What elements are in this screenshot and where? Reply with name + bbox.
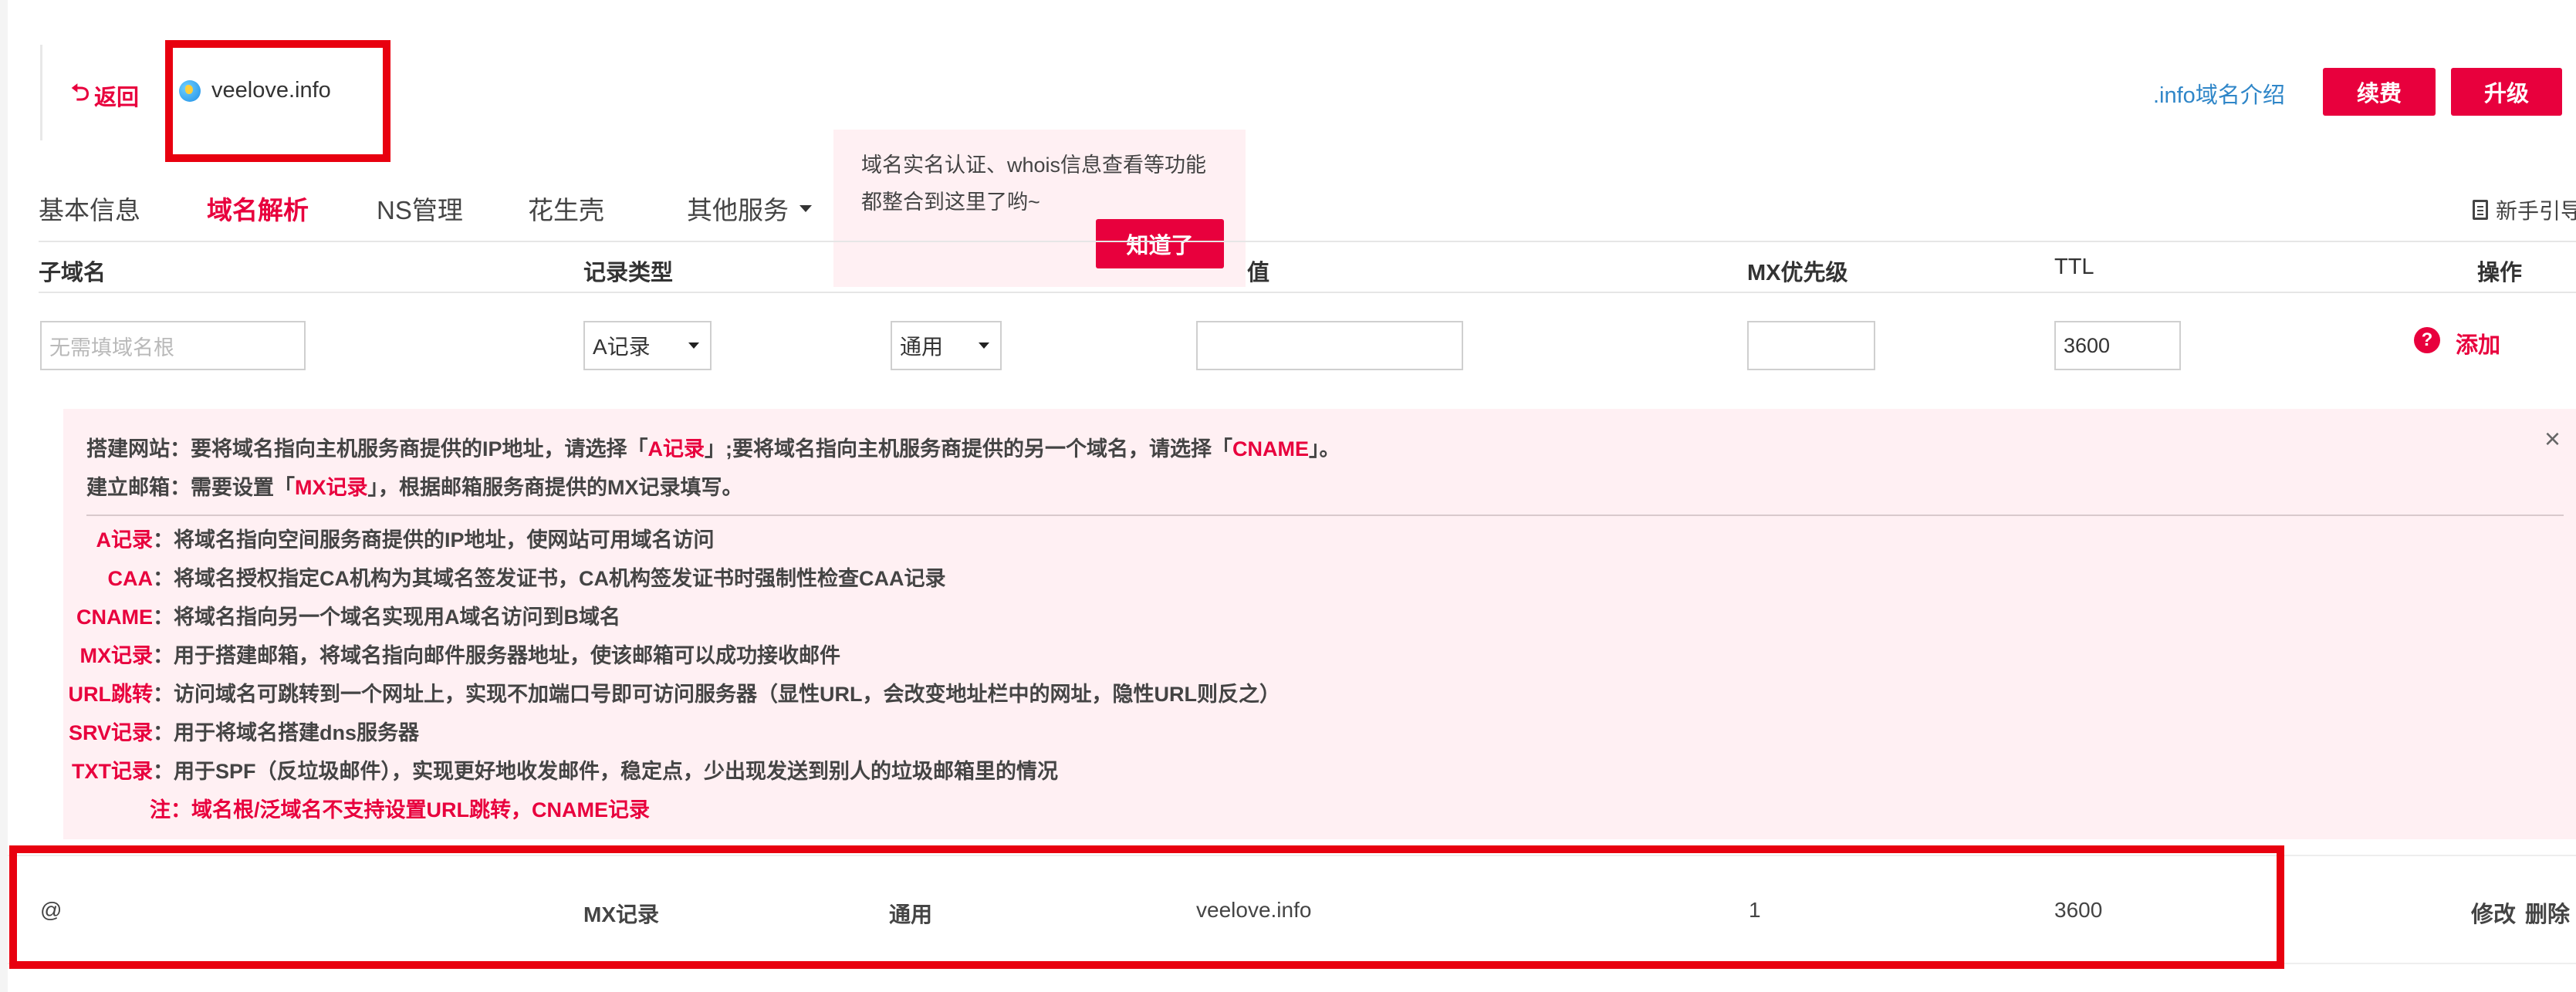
renew-button[interactable]: 续费 [2323,68,2436,116]
record-type-select[interactable]: A记录 [583,321,712,370]
tip-mail-mx-record: MX记录 [295,476,368,499]
record-value-input[interactable] [1196,321,1463,370]
def-cname: CNAME：将域名指向另一个域名实现用A域名访问到B域名 [76,606,620,629]
tip-website-text-3: 」。 [1309,437,1340,461]
tips-divider [86,515,2564,516]
highlight-box-domain [165,40,390,162]
guide-label: 新手引导 [2496,199,2576,223]
tab-basic-info[interactable]: 基本信息 [39,190,140,227]
line-value: 通用 [900,335,944,359]
header-value: 值 [1247,261,1270,285]
back-arrow-icon: ⮌ [71,80,90,106]
tip-mail: 建立邮箱：需要设置「MX记录」，根据邮箱服务商提供的MX记录填写。 [86,471,743,501]
popover-line-2: 都整合到这里了哟~ [861,191,1040,214]
add-record-button[interactable]: 添加 [2456,327,2500,359]
def-srv-record: SRV记录：用于将域名搭建dns服务器 [68,721,420,744]
back-label: 返回 [94,85,140,110]
header-subdomain: 子域名 [39,261,106,285]
got-it-button[interactable]: 知道了 [1096,219,1224,268]
chevron-down-icon [800,204,812,212]
dns-tips-panel: × 搭建网站：要将域名指向主机服务商提供的IP地址，请选择「A记录」;要将域名指… [63,409,2576,839]
tab-other-services[interactable]: 其他服务 [687,190,812,227]
tab-other-services-label: 其他服务 [687,196,789,224]
tab-peanut-shell[interactable]: 花生壳 [528,190,604,227]
upgrade-button[interactable]: 升级 [2451,68,2562,116]
tip-website-text-2: 」;要将域名指向主机服务商提供的另一个域名，请选择「 [705,437,1233,461]
beginner-guide-link[interactable]: 新手引导 [2473,194,2576,225]
ttl-input[interactable]: 3600 [2054,321,2181,370]
def-a-record: A记录：将域名指向空间服务商提供的IP地址，使网站可用域名访问 [96,528,715,552]
def-mx-record: MX记录：用于搭建邮箱，将域名指向邮件服务器地址，使该邮箱可以成功接收邮件 [79,644,841,667]
document-icon [2473,200,2488,220]
tip-mail-text-1: 建立邮箱：需要设置「 [86,476,295,499]
tip-website: 搭建网站：要将域名指向主机服务商提供的IP地址，请选择「A记录」;要将域名指向主… [86,432,1340,462]
header-divider-line [39,292,2576,293]
left-border [0,0,8,992]
delete-record-button[interactable]: 删除 [2525,896,2570,929]
tip-note: 注：域名根/泛域名不支持设置URL跳转，CNAME记录 [150,798,650,822]
tip-website-cname: CNAME [1232,437,1310,461]
edit-record-button[interactable]: 修改 [2471,896,2516,929]
def-txt-record: TXT记录：用于SPF（反垃圾邮件），实现更好地收发邮件，稳定点，少出现发送到别… [72,760,1059,783]
popover-line-1: 域名实名认证、whois信息查看等功能 [861,154,1207,177]
chevron-down-icon [688,342,699,349]
line-select[interactable]: 通用 [891,321,1002,370]
def-url-redirect: URL跳转：访问域名可跳转到一个网址上，实现不加端口号即可访问服务器（显性URL… [68,683,1280,706]
subdomain-input[interactable]: 无需填域名根 [40,321,306,370]
info-domain-intro-link[interactable]: .info域名介绍 [2153,77,2285,110]
highlight-box-record [9,845,2284,969]
tab-ns[interactable]: NS管理 [377,190,463,227]
tip-mail-text-2: 」，根据邮箱服务商提供的MX记录填写。 [367,476,743,499]
header-operations: 操作 [2477,261,2523,285]
header-ttl: TTL [2054,255,2094,279]
header-mx-priority: MX优先级 [1747,261,1848,285]
close-icon[interactable]: × [2544,423,2561,455]
chevron-down-icon [979,342,989,349]
tab-dns[interactable]: 域名解析 [207,190,309,227]
mx-priority-input[interactable] [1747,321,1875,370]
header-record-type: 记录类型 [583,261,674,285]
tip-website-text-1: 搭建网站：要将域名指向主机服务商提供的IP地址，请选择「 [86,437,648,461]
header-divider [40,45,42,140]
tip-website-a-record: A记录 [647,437,705,461]
help-icon[interactable]: ? [2414,327,2440,353]
back-link[interactable]: ⮌ 返回 [71,76,139,115]
def-caa: CAA：将域名授权指定CA机构为其域名签发证书，CA机构签发证书时强制性检查CA… [107,567,946,590]
tabs-divider [39,241,2576,242]
record-type-value: A记录 [593,335,651,359]
